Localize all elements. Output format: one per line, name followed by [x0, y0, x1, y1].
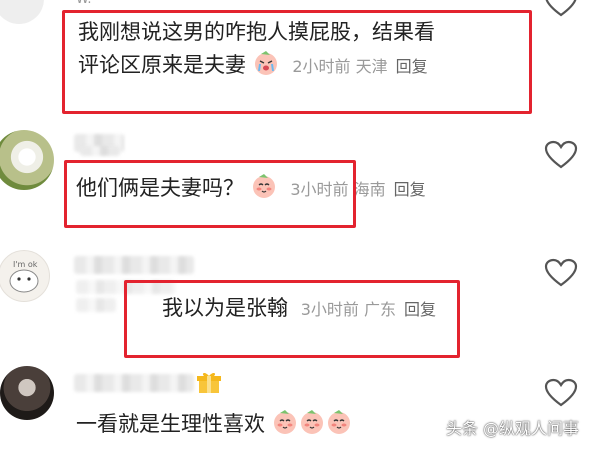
- shy-peach-emoji: [300, 410, 323, 434]
- heart-outline-icon[interactable]: [544, 378, 578, 408]
- comment-meta: 3小时前 海南 回复: [290, 180, 426, 199]
- crying-peach-emoji: [254, 51, 277, 75]
- avatar-comment-1[interactable]: [0, 0, 44, 24]
- watermark: 头条 @纵观人间事: [445, 419, 579, 438]
- comment-text-line: 我刚想说这男的咋抱人摸屁股，结果看: [78, 20, 435, 44]
- heart-outline-icon[interactable]: [544, 258, 578, 288]
- heart-outline-icon[interactable]: [544, 140, 578, 170]
- comment-text-line: 评论区原来是夫妻 2小时前 天津 回复: [78, 49, 435, 83]
- comment-text-4: 一看就是生理性喜欢: [76, 408, 353, 441]
- avatar-comment-4[interactable]: [0, 366, 54, 420]
- username-comment-1[interactable]: W.: [76, 0, 92, 7]
- avatar-comment-3[interactable]: I'm ok: [0, 250, 50, 302]
- username-blur-extra: [76, 280, 176, 294]
- username-comment-3[interactable]: [74, 256, 194, 274]
- comment-meta: 3小时前 广东 回复: [300, 300, 436, 319]
- heart-outline-icon[interactable]: [544, 0, 578, 18]
- shy-peach-emoji: [252, 174, 275, 198]
- gift-badge-icon: [197, 372, 221, 393]
- username-comment-4[interactable]: [74, 374, 194, 392]
- reply-button[interactable]: 回复: [396, 57, 428, 76]
- comment-text-1: 我刚想说这男的咋抱人摸屁股，结果看 评论区原来是夫妻 2小时前 天津 回复: [78, 16, 435, 83]
- username-blur-extra: [80, 146, 120, 156]
- comment-meta: 2小时前 天津 回复: [292, 57, 428, 76]
- avatar-comment-2[interactable]: [0, 130, 54, 190]
- svg-text:I'm ok: I'm ok: [13, 260, 38, 269]
- shy-peach-emoji: [327, 410, 350, 434]
- username-blur-extra: [76, 298, 116, 312]
- cartoon-avatar-icon: I'm ok: [9, 260, 39, 293]
- comment-text-2: 他们俩是夫妻吗？ 3小时前 海南 回复: [76, 172, 426, 206]
- reply-button[interactable]: 回复: [404, 300, 436, 319]
- shy-peach-emoji: [273, 410, 296, 434]
- comment-text-3: 我以为是张翰 3小时前 广东 回复: [162, 296, 436, 320]
- reply-button[interactable]: 回复: [394, 180, 426, 199]
